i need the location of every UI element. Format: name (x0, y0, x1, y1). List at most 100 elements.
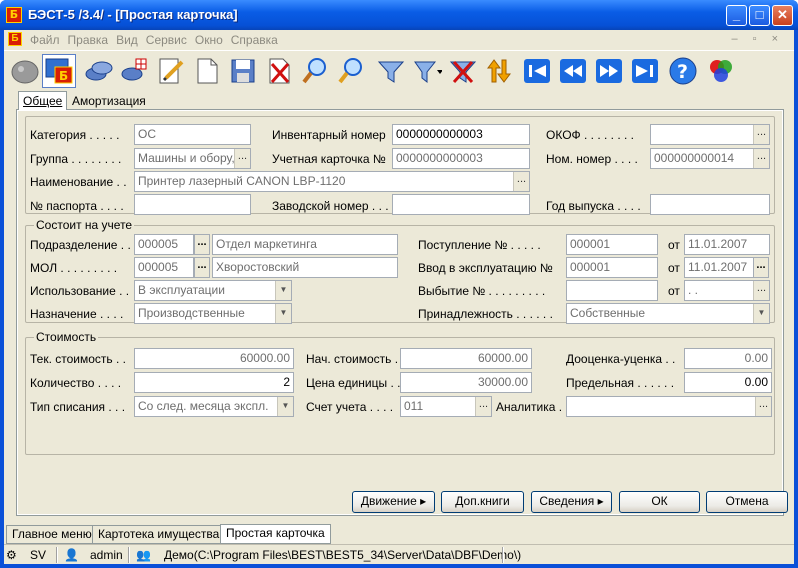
tab-general[interactable]: Общее (18, 91, 68, 110)
info-button[interactable]: Сведения ▸ (531, 491, 612, 513)
doctab-simple-card[interactable]: Простая карточка (220, 524, 331, 544)
extra-books-button[interactable]: Доп.книги (441, 491, 524, 513)
palette-icon[interactable] (704, 54, 738, 88)
analytics-lookup-button[interactable]: ... (755, 397, 771, 416)
commission-no-field[interactable]: 000001 (566, 257, 658, 278)
maximize-button[interactable]: □ (749, 5, 770, 26)
category-field[interactable]: ОС (134, 124, 251, 145)
group-label: Группа . . . . . . . . (30, 152, 122, 166)
nom-field[interactable]: 000000000014... (650, 148, 770, 169)
document-icon[interactable]: Б (8, 32, 22, 46)
new-document-icon[interactable] (190, 54, 224, 88)
division-name-field[interactable]: Отдел маркетинга (212, 234, 398, 255)
usage-label: Использование . . (30, 284, 130, 298)
doctab-main-menu[interactable]: Главное меню (6, 525, 98, 544)
close-button[interactable]: ✕ (772, 5, 793, 26)
next-icon[interactable] (592, 54, 626, 88)
revaluation-field[interactable]: 0.00 (684, 348, 772, 369)
account-lookup-button[interactable]: ... (475, 397, 491, 416)
disks-grid-icon[interactable] (118, 54, 152, 88)
info-label: Сведения (539, 494, 595, 508)
filter-icon[interactable] (374, 54, 408, 88)
disposal-date-field[interactable]: . .... (684, 280, 770, 301)
menu-window[interactable]: Окно (195, 33, 223, 47)
movement-button[interactable]: Движение ▸ (352, 491, 435, 513)
delete-icon[interactable] (262, 54, 296, 88)
division-label: Подразделение . . (30, 238, 131, 252)
division-lookup-button[interactable]: ... (194, 234, 210, 255)
mol-code-field[interactable]: 000005 (134, 257, 194, 278)
quantity-field[interactable]: 2 (134, 372, 294, 393)
save-icon[interactable] (226, 54, 260, 88)
minimize-button[interactable]: _ (726, 5, 747, 26)
disposal-label: Выбытие № . . . . . . . . . (418, 284, 546, 298)
disks-icon[interactable] (82, 54, 116, 88)
passport-field[interactable] (134, 194, 251, 215)
group-lookup-button[interactable]: ... (234, 149, 250, 168)
card-app-icon[interactable]: Б (42, 54, 76, 88)
find-icon[interactable] (298, 54, 332, 88)
menu-edit[interactable]: Правка (68, 33, 109, 47)
mdi-controls[interactable]: – ▫ × (731, 33, 784, 45)
unit-price-field[interactable]: 30000.00 (400, 372, 532, 393)
factory-field[interactable] (392, 194, 530, 215)
limit-field[interactable]: 0.00 (684, 372, 772, 393)
category-label: Категория . . . . . (30, 128, 120, 142)
purpose-select[interactable]: Производственные ▼ (134, 303, 292, 324)
inventory-field[interactable]: 0000000000003 (392, 124, 530, 145)
doctab-property-file[interactable]: Картотека имущества (92, 525, 226, 544)
receipt-from-label: от (668, 238, 680, 252)
analytics-field[interactable]: ... (566, 396, 772, 417)
disposal-lookup-button[interactable]: ... (753, 281, 769, 300)
mol-lookup-button[interactable]: ... (194, 257, 210, 278)
menu-service[interactable]: Сервис (146, 33, 187, 47)
ok-button[interactable]: ОК (619, 491, 700, 513)
card-field[interactable]: 0000000000003 (392, 148, 530, 169)
cost-title: Стоимость (34, 330, 99, 344)
receipt-date-field[interactable]: 11.01.2007 (684, 234, 770, 255)
account-field[interactable]: 011... (400, 396, 492, 417)
menu-view[interactable]: Вид (116, 33, 138, 47)
ownership-select[interactable]: Собственные ▼ (566, 303, 770, 324)
rock-icon[interactable] (8, 54, 42, 88)
help-icon[interactable]: ? (666, 54, 700, 88)
group-field[interactable]: Машины и обору,... (134, 148, 251, 169)
last-icon[interactable] (628, 54, 662, 88)
okof-lookup-button[interactable]: ... (753, 125, 769, 144)
chevron-down-icon[interactable]: ▼ (275, 304, 291, 323)
first-icon[interactable] (520, 54, 554, 88)
sort-icon[interactable] (482, 54, 516, 88)
commission-date-field[interactable]: 11.01.2007 (684, 257, 754, 278)
cancel-button[interactable]: Отмена (706, 491, 788, 513)
prev-icon[interactable] (556, 54, 590, 88)
app-icon[interactable]: Б (6, 7, 22, 23)
users-icon: 👥 (136, 548, 151, 562)
chevron-down-icon[interactable]: ▼ (753, 304, 769, 323)
title-bar[interactable]: Б БЭСТ-5 /3.4/ - [Простая карточка] _ □ … (0, 0, 798, 30)
pencil-icon[interactable] (154, 54, 188, 88)
registered-title: Состоит на учете (34, 218, 135, 232)
name-field[interactable]: Принтер лазерный CANON LBP-1120... (134, 171, 530, 192)
year-field[interactable] (650, 194, 770, 215)
initial-cost-field[interactable]: 60000.00 (400, 348, 532, 369)
find-next-icon[interactable] (334, 54, 368, 88)
app-window: Б БЭСТ-5 /3.4/ - [Простая карточка] _ □ … (0, 0, 798, 568)
chevron-down-icon[interactable]: ▼ (277, 397, 293, 416)
division-code-field[interactable]: 000005 (134, 234, 194, 255)
filter-dropdown-icon[interactable] (410, 54, 444, 88)
top-section: Категория . . . . . ОС Группа . . . . . … (25, 116, 775, 215)
disposal-no-field[interactable] (566, 280, 658, 301)
writeoff-select[interactable]: Со след. месяца экспл. ▼ (134, 396, 294, 417)
chevron-down-icon[interactable]: ▼ (275, 281, 291, 300)
commission-lookup-button[interactable]: ... (753, 257, 769, 278)
nom-lookup-button[interactable]: ... (753, 149, 769, 168)
mol-name-field[interactable]: Хворостовский (212, 257, 398, 278)
receipt-no-field[interactable]: 000001 (566, 234, 658, 255)
clear-filter-icon[interactable] (446, 54, 480, 88)
okof-field[interactable]: ... (650, 124, 770, 145)
menu-file[interactable]: Файл (30, 33, 60, 47)
current-cost-field[interactable]: 60000.00 (134, 348, 294, 369)
name-lookup-button[interactable]: ... (513, 172, 529, 191)
usage-select[interactable]: В эксплуатации ▼ (134, 280, 292, 301)
menu-help[interactable]: Справка (231, 33, 278, 47)
